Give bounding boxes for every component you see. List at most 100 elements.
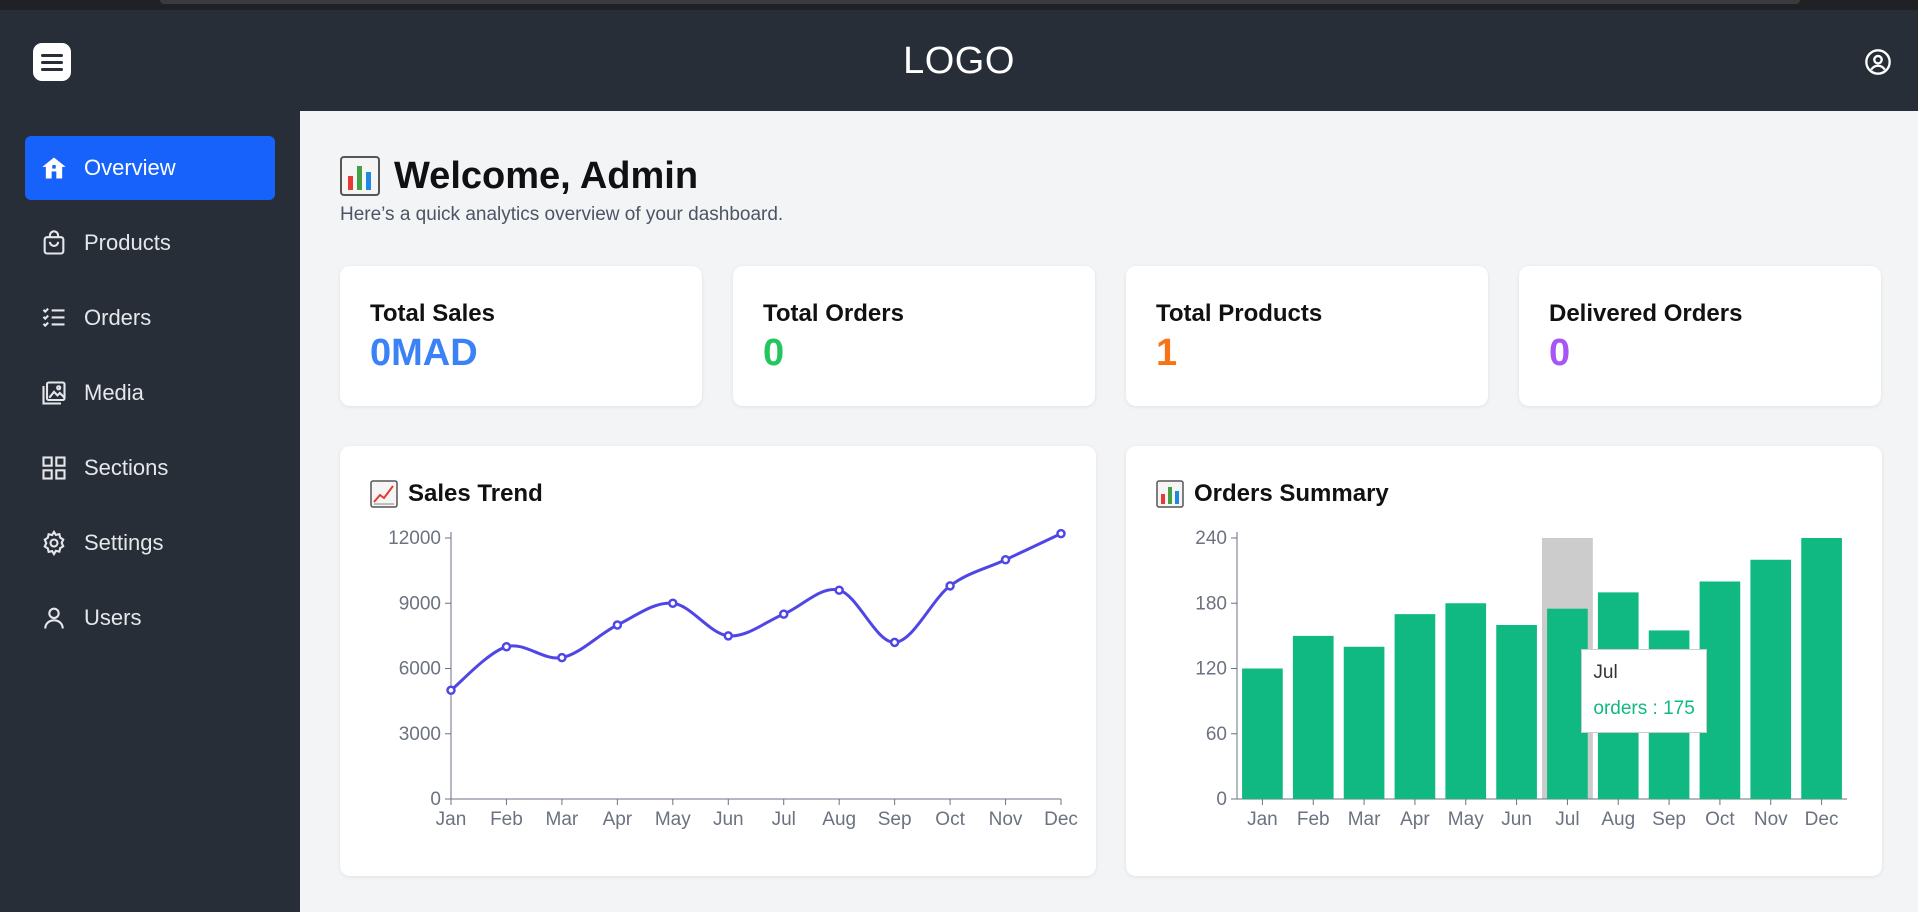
browser-tab-edge (160, 0, 1800, 4)
stat-card-total-orders: Total Orders 0 (733, 266, 1095, 406)
x-tick-label: Jan (436, 809, 467, 830)
stat-value: 0MAD (370, 332, 478, 374)
x-tick-label: Aug (822, 809, 856, 830)
data-point (834, 585, 844, 595)
sidebar-item-overview[interactable]: Overview (25, 136, 275, 200)
page-subtitle: Here’s a quick analytics overview of you… (340, 204, 784, 225)
gear-icon (40, 529, 68, 557)
y-tick-label: 60 (1206, 724, 1227, 745)
x-tick-label: Oct (1705, 809, 1735, 830)
data-point (723, 631, 734, 641)
sidebar-item-label: Settings (84, 530, 164, 555)
sales-trend-chart[interactable]: 0 3000 6000 9000 12000 Jan Feb Mar Apr May Jun Jul A… (340, 446, 1096, 876)
user-circle-icon[interactable] (1864, 48, 1892, 76)
tooltip-value: orders : 175 (1593, 697, 1695, 719)
sidebar-item-settings[interactable]: Settings (25, 511, 275, 575)
sidebar-item-label: Products (84, 230, 171, 255)
x-tick-label: Nov (989, 809, 1023, 830)
panel-title-text: Sales Trend (408, 480, 543, 507)
x-tick-label: Mar (1348, 809, 1381, 830)
chart-tooltip: Jul orders : 175 (1581, 648, 1707, 733)
stat-label: Delivered Orders (1549, 300, 1743, 327)
stats-cards: Total Sales 0MAD Total Orders 0 Total Pr… (340, 266, 1881, 406)
images-icon (40, 379, 68, 407)
data-point (501, 642, 512, 652)
data-point (612, 620, 623, 630)
orders-summary-panel: 0 60 120 180 240 Jan Feb Mar Apr May Jun Jul Aug Sep O… (1126, 446, 1882, 876)
x-tick-label: Jun (1501, 809, 1532, 830)
grid-icon (40, 454, 68, 482)
data-point (1056, 528, 1066, 539)
sidebar-item-label: Users (84, 605, 142, 630)
data-point (557, 652, 567, 663)
x-tick-label: May (655, 809, 691, 830)
sidebar-item-sections[interactable]: Sections (25, 436, 275, 500)
bar (1801, 538, 1842, 799)
x-tick-label: Jul (1555, 809, 1579, 830)
sidebar-item-orders[interactable]: Orders (25, 286, 275, 350)
bar (1496, 625, 1537, 799)
shopping-bag-icon (40, 229, 68, 257)
bar (1242, 668, 1283, 799)
data-point (945, 581, 955, 591)
y-tick-label: 9000 (399, 593, 441, 614)
y-tick-label: 180 (1195, 593, 1227, 614)
bar (1750, 559, 1792, 799)
bar (1292, 635, 1334, 799)
y-tick-label: 240 (1195, 528, 1227, 549)
logo[interactable]: LOGO (0, 40, 1918, 83)
x-tick-label: Feb (1297, 809, 1330, 830)
y-tick-label: 0 (430, 789, 441, 810)
x-tick-label: Dec (1805, 809, 1839, 830)
x-tick-label: Jan (1247, 809, 1278, 830)
bar (1445, 603, 1487, 799)
y-tick-label: 6000 (399, 659, 441, 680)
x-tick-label: Apr (1400, 809, 1430, 830)
y-tick-label: 3000 (399, 724, 441, 745)
bar (1343, 646, 1385, 799)
page-title-row: Welcome, Admin (340, 150, 1880, 202)
sidebar-item-label: Media (84, 380, 144, 405)
data-point (446, 685, 456, 695)
x-tick-label: Feb (490, 809, 523, 830)
x-tick-label: Jul (772, 809, 796, 830)
tooltip-label: Jul (1593, 661, 1618, 683)
y-tick-label: 120 (1195, 659, 1227, 680)
sidebar: Overview Products Orders Media Sections … (0, 111, 300, 912)
stat-value: 0 (1549, 332, 1571, 374)
stat-card-delivered-orders: Delivered Orders 0 (1519, 266, 1881, 406)
browser-tab-strip (0, 0, 1918, 10)
bar-chart-icon (340, 156, 380, 196)
data-point (668, 598, 678, 608)
data-point (1000, 555, 1011, 565)
bar-chart-icon (1156, 480, 1184, 508)
checklist-icon (40, 304, 68, 332)
data-point (778, 609, 789, 619)
stat-card-total-products: Total Products 1 (1126, 266, 1488, 406)
sidebar-item-products[interactable]: Products (25, 211, 275, 275)
x-tick-label: Dec (1044, 809, 1078, 830)
stat-value: 0 (763, 332, 785, 374)
x-tick-label: Mar (546, 809, 579, 830)
stat-label: Total Orders (763, 300, 904, 327)
x-tick-label: Nov (1754, 809, 1788, 830)
x-tick-label: May (1448, 809, 1484, 830)
panel-title: Orders Summary (1156, 480, 1389, 508)
x-tick-label: Apr (603, 809, 633, 830)
stat-value: 1 (1156, 332, 1178, 374)
sidebar-item-label: Orders (84, 305, 152, 330)
panel-title: Sales Trend (370, 480, 543, 508)
top-bar: LOGO (0, 10, 1918, 111)
orders-summary-chart[interactable]: 0 60 120 180 240 Jan Feb Mar Apr May Jun Jul Aug Sep O… (1126, 446, 1882, 876)
trend-chart-icon (370, 480, 398, 508)
x-tick-label: Aug (1601, 809, 1635, 830)
panel-title-text: Orders Summary (1194, 480, 1389, 507)
stat-label: Total Sales (370, 300, 495, 327)
bar (1394, 614, 1436, 799)
sidebar-item-users[interactable]: Users (25, 586, 275, 650)
y-tick-label: 12000 (388, 528, 441, 549)
sidebar-item-media[interactable]: Media (25, 361, 275, 425)
data-point (889, 637, 900, 648)
stat-card-total-sales: Total Sales 0MAD (340, 266, 702, 406)
stat-label: Total Products (1156, 300, 1323, 327)
